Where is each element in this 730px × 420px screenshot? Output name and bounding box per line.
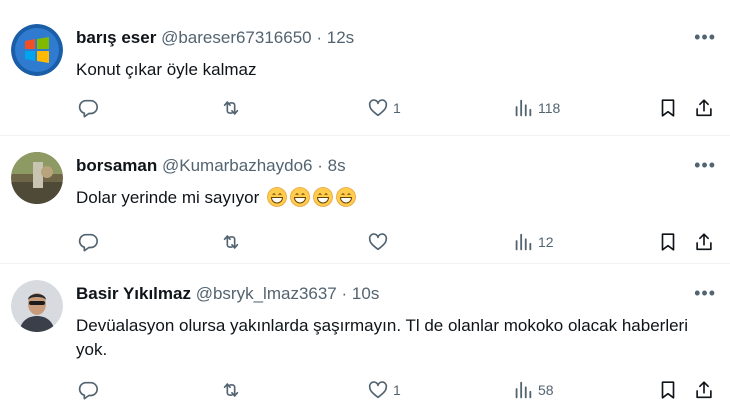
tweet-text: Devüalasyon olursa yakınlarda şaşırmayın… [76, 316, 688, 359]
separator: · [341, 284, 348, 303]
views-icon [515, 233, 532, 251]
handle[interactable]: @bareser67316650 [161, 28, 312, 47]
display-name[interactable]: barış eser [76, 28, 156, 47]
views-button[interactable]: 12 [512, 230, 554, 254]
bookmark-button[interactable] [657, 378, 679, 402]
tweet[interactable]: borsaman @Kumarbazhaydo6 · 8s ••• Dolar … [0, 136, 730, 264]
views-icon [515, 99, 532, 117]
like-button[interactable] [367, 230, 393, 254]
reply-icon [78, 99, 98, 118]
windows-logo-icon [11, 24, 63, 76]
share-icon [696, 233, 712, 251]
bookmark-button[interactable] [657, 96, 679, 120]
tweet[interactable]: barış eser @bareser67316650 · 12s ••• Ko… [0, 0, 730, 136]
tweet-header: Basir Yıkılmaz @bsryk_lmaz3637 · 10s [76, 283, 379, 305]
heart-icon [368, 381, 388, 399]
avatar[interactable] [11, 280, 63, 332]
tweet-actions: 12 [0, 230, 730, 254]
share-button[interactable] [693, 230, 715, 254]
retweet-button[interactable] [220, 96, 242, 120]
avatar[interactable] [11, 24, 63, 76]
heart-icon [368, 233, 388, 251]
retweet-button[interactable] [220, 378, 242, 402]
bookmark-icon [661, 381, 675, 399]
like-button[interactable]: 1 [367, 378, 401, 402]
like-count: 1 [393, 382, 401, 398]
tweet-text: Dolar yerinde mi sayıyor [76, 186, 690, 210]
grinning-face-icon [313, 187, 333, 207]
display-name[interactable]: Basir Yıkılmaz [76, 284, 191, 303]
retweet-button[interactable] [220, 230, 242, 254]
share-button[interactable] [693, 378, 715, 402]
retweet-icon [223, 101, 239, 115]
timestamp[interactable]: 8s [328, 156, 346, 175]
grinning-face-icon [267, 187, 287, 207]
tweet-header: barış eser @bareser67316650 · 12s [76, 27, 354, 49]
tweet-actions: 1 58 [0, 378, 730, 402]
view-count: 118 [538, 100, 561, 116]
handle[interactable]: @bsryk_lmaz3637 [196, 284, 337, 303]
share-icon [696, 381, 712, 399]
view-count: 58 [538, 382, 554, 398]
tweet-text: Konut çıkar öyle kalmaz [76, 60, 257, 79]
profile-photo [11, 280, 63, 332]
bookmark-icon [661, 233, 675, 251]
separator: · [317, 156, 323, 175]
tweet[interactable]: Basir Yıkılmaz @bsryk_lmaz3637 · 10s •••… [0, 264, 730, 420]
tweet-actions: 1 118 [0, 96, 730, 120]
retweet-icon [223, 235, 239, 249]
reply-icon [78, 233, 98, 252]
handle[interactable]: @Kumarbazhaydo6 [162, 156, 313, 175]
share-icon [696, 99, 712, 117]
more-icon[interactable]: ••• [694, 284, 716, 302]
separator: · [316, 28, 323, 47]
retweet-icon [223, 383, 239, 397]
bookmark-icon [661, 99, 675, 117]
views-button[interactable]: 118 [512, 96, 560, 120]
grinning-face-icon [336, 187, 356, 207]
tweet-header: borsaman @Kumarbazhaydo6 · 8s [76, 155, 346, 177]
like-button[interactable]: 1 [367, 96, 401, 120]
share-button[interactable] [693, 96, 715, 120]
like-count: 1 [393, 100, 401, 116]
display-name[interactable]: borsaman [76, 156, 157, 175]
heart-icon [368, 99, 388, 117]
timestamp[interactable]: 10s [352, 284, 379, 303]
reply-icon [78, 381, 98, 400]
profile-photo [11, 152, 63, 204]
grinning-face-icon [290, 187, 310, 207]
more-icon[interactable]: ••• [694, 156, 716, 174]
bookmark-button[interactable] [657, 230, 679, 254]
timestamp[interactable]: 12s [327, 28, 354, 47]
more-icon[interactable]: ••• [694, 28, 716, 46]
reply-button[interactable] [77, 96, 99, 120]
reply-button[interactable] [77, 378, 99, 402]
reply-button[interactable] [77, 230, 99, 254]
views-button[interactable]: 58 [512, 378, 554, 402]
views-icon [515, 381, 532, 399]
view-count: 12 [538, 234, 554, 250]
tweet-text-content: Dolar yerinde mi sayıyor [76, 188, 260, 207]
avatar[interactable] [11, 152, 63, 204]
